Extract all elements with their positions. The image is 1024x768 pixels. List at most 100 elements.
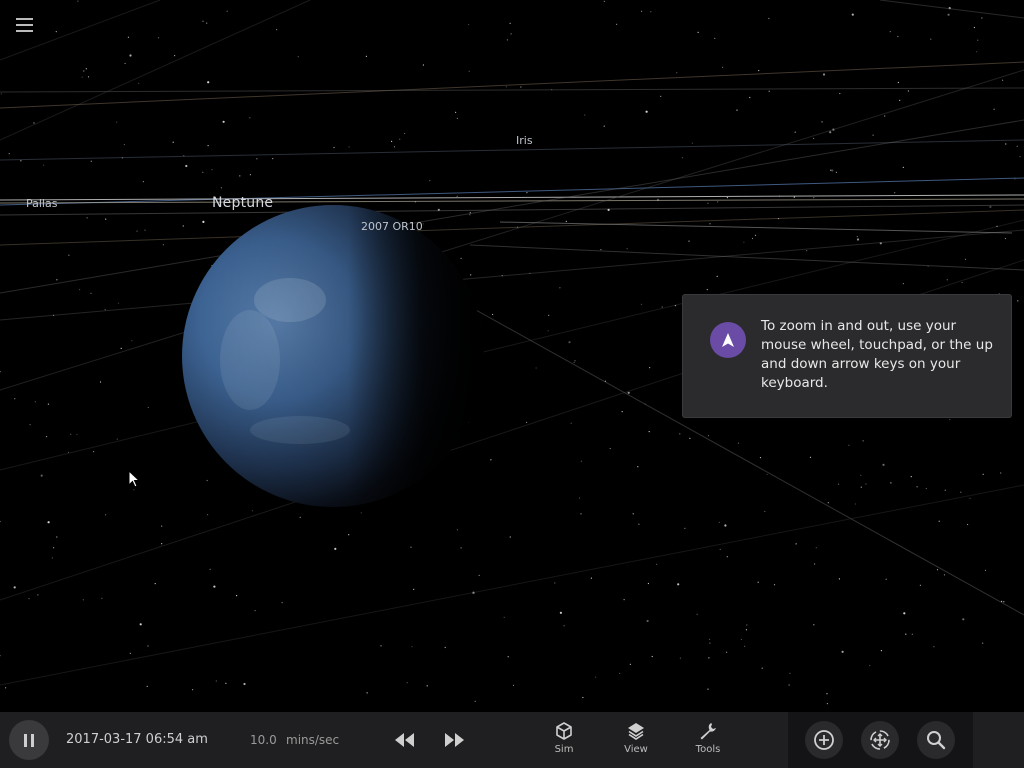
star	[894, 192, 896, 194]
star	[982, 473, 984, 475]
star	[688, 240, 690, 242]
fast-forward-button[interactable]	[441, 728, 467, 752]
star	[568, 341, 571, 344]
star	[136, 230, 138, 232]
search-button[interactable]	[917, 721, 955, 759]
star	[185, 164, 188, 168]
star	[139, 623, 142, 626]
star	[646, 619, 649, 623]
star	[838, 578, 841, 580]
star	[616, 23, 618, 25]
star	[573, 361, 575, 363]
star	[281, 602, 283, 604]
star	[869, 664, 871, 667]
star	[53, 547, 55, 549]
star	[249, 174, 251, 176]
label-iris[interactable]: Iris	[516, 134, 533, 147]
star	[841, 650, 844, 653]
star	[827, 502, 829, 504]
nav-tools-button[interactable]: Tools	[681, 716, 735, 764]
recenter-button[interactable]	[861, 721, 899, 759]
star	[788, 684, 790, 686]
star	[936, 569, 939, 571]
star	[1016, 145, 1018, 147]
star	[925, 487, 927, 490]
star	[0, 520, 1, 523]
earth-planet[interactable]	[182, 205, 484, 507]
star	[976, 51, 978, 53]
star	[254, 610, 256, 612]
star	[973, 26, 976, 29]
star	[831, 169, 834, 172]
star	[590, 577, 593, 579]
star	[456, 529, 458, 531]
star	[510, 33, 512, 35]
nav-sim-button[interactable]: Sim	[537, 716, 591, 764]
star	[47, 521, 50, 524]
star	[509, 22, 511, 24]
star	[366, 692, 368, 694]
sim-date[interactable]: 2017-03-17 06:54 am	[66, 732, 208, 747]
star	[90, 160, 92, 162]
star	[131, 340, 133, 342]
star	[679, 657, 682, 659]
star	[478, 574, 480, 577]
star	[209, 568, 211, 571]
star	[902, 283, 905, 285]
star	[969, 497, 971, 499]
star	[0, 371, 1, 373]
star	[793, 196, 795, 198]
star	[1005, 143, 1007, 145]
star	[507, 656, 509, 658]
star	[761, 667, 763, 669]
star	[380, 645, 382, 647]
star	[981, 17, 983, 19]
star	[580, 513, 582, 515]
star	[404, 132, 406, 135]
star	[399, 138, 401, 140]
star	[410, 546, 412, 548]
star	[621, 411, 623, 413]
star	[759, 457, 762, 459]
time-rate-unit[interactable]: mins/sec	[286, 733, 339, 747]
star	[794, 131, 796, 133]
star	[651, 655, 653, 658]
star	[70, 433, 72, 435]
star	[789, 672, 791, 675]
star	[157, 37, 160, 39]
star	[105, 514, 107, 516]
star	[1017, 300, 1019, 302]
star	[919, 584, 922, 586]
pause-button[interactable]	[9, 720, 49, 760]
star	[104, 309, 106, 311]
recenter-icon	[870, 730, 890, 750]
star	[795, 543, 797, 545]
menu-button[interactable]	[12, 12, 38, 38]
star	[225, 682, 227, 685]
star	[77, 0, 79, 2]
label-2007-or10[interactable]: 2007 OR10	[361, 220, 423, 233]
rewind-button[interactable]	[392, 728, 418, 752]
star	[138, 82, 140, 84]
star	[1019, 156, 1021, 158]
star	[623, 599, 625, 601]
label-pallas[interactable]: Pallas	[26, 197, 57, 210]
star	[272, 158, 274, 160]
star	[226, 10, 228, 12]
star	[490, 459, 492, 461]
star	[899, 99, 901, 101]
star	[174, 55, 176, 57]
time-rate-value[interactable]: 10.0	[250, 733, 277, 747]
star	[758, 69, 760, 72]
star	[5, 687, 7, 689]
search-icon	[927, 731, 946, 750]
star	[161, 525, 163, 527]
star	[68, 254, 70, 256]
star	[938, 520, 940, 522]
star	[469, 214, 471, 216]
star	[964, 258, 967, 260]
zoom-in-button[interactable]	[805, 721, 843, 759]
label-neptune[interactable]: Neptune	[212, 195, 273, 211]
star	[249, 117, 251, 119]
nav-view-button[interactable]: View	[609, 716, 663, 764]
